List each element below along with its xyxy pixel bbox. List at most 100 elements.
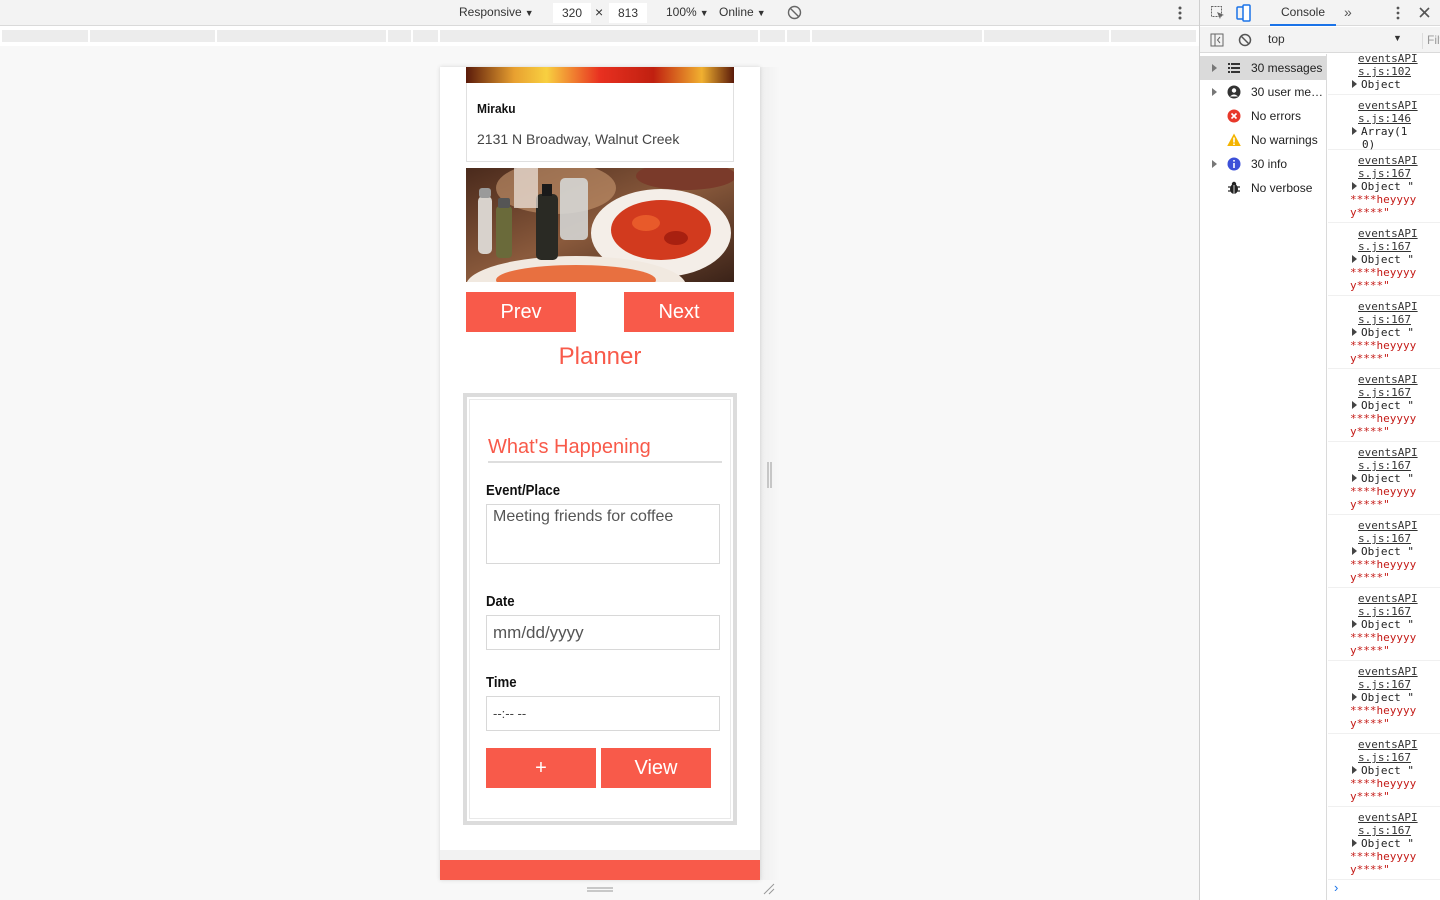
inspect-element-icon[interactable] <box>1210 5 1226 21</box>
device-mode-label: Responsive <box>459 5 522 19</box>
sidebar-item[interactable]: No errors <box>1200 104 1326 128</box>
log-source-link[interactable]: eventsAPI s.js:102 <box>1358 54 1420 78</box>
log-source-link[interactable]: eventsAPI s.js:167 <box>1358 373 1420 399</box>
expand-arrow-icon[interactable] <box>1352 255 1357 263</box>
log-object-label: Object " <box>1361 545 1414 558</box>
clear-console-icon[interactable] <box>1238 33 1252 47</box>
log-object[interactable]: Object " <box>1352 472 1414 485</box>
height-input[interactable]: 813 <box>609 3 647 23</box>
expand-arrow-icon[interactable] <box>1212 64 1217 72</box>
expand-arrow-icon[interactable] <box>1212 88 1217 96</box>
view-events-button[interactable]: View <box>601 748 711 788</box>
sidebar-item[interactable]: No verbose <box>1200 176 1326 200</box>
log-source-link[interactable]: eventsAPI s.js:146 <box>1358 99 1420 125</box>
log-source-link[interactable]: eventsAPI s.js:167 <box>1358 592 1420 618</box>
more-options-icon[interactable] <box>1176 5 1184 21</box>
ruler-segment[interactable] <box>217 30 387 42</box>
devtools-menu-icon[interactable] <box>1395 5 1401 21</box>
expand-arrow-icon[interactable] <box>1352 80 1357 88</box>
log-source-link[interactable]: eventsAPI s.js:167 <box>1358 738 1420 764</box>
log-value: ****heyyyy <box>1350 777 1417 790</box>
log-object[interactable]: Object " <box>1352 180 1414 193</box>
sidebar-item[interactable]: 30 user me… <box>1200 80 1326 104</box>
width-input[interactable]: 320 <box>553 3 591 23</box>
chevron-down-icon: ▼ <box>699 8 709 18</box>
log-object[interactable]: Object " <box>1352 618 1414 631</box>
device-toggle-icon[interactable] <box>1236 4 1252 22</box>
tab-console[interactable]: Console <box>1270 0 1336 26</box>
expand-arrow-icon[interactable] <box>1352 474 1357 482</box>
log-source-link[interactable]: eventsAPI s.js:167 <box>1358 154 1420 180</box>
device-mode-select[interactable]: Responsive ▼ <box>459 5 534 19</box>
log-source-link[interactable]: eventsAPI s.js:167 <box>1358 446 1420 472</box>
log-entry: eventsAPI s.js:167 Object " ****heyyyy y***… <box>1328 223 1440 296</box>
ruler-segment[interactable] <box>984 30 1110 42</box>
ruler-segment[interactable] <box>413 30 439 42</box>
ruler-segment[interactable] <box>440 30 759 42</box>
more-tabs-icon[interactable]: » <box>1344 4 1352 20</box>
log-object-label: Object " <box>1361 326 1414 339</box>
expand-arrow-icon[interactable] <box>1352 693 1357 701</box>
zoom-select[interactable]: 100% ▼ <box>666 5 709 19</box>
sidebar-item[interactable]: 30 messages <box>1200 56 1326 80</box>
rotate-icon[interactable] <box>787 5 802 20</box>
log-object[interactable]: Object " <box>1352 326 1414 339</box>
expand-arrow-icon[interactable] <box>1352 182 1357 190</box>
filter-input[interactable]: Filt <box>1422 33 1440 49</box>
ruler-segment[interactable] <box>812 30 983 42</box>
log-source-link[interactable]: eventsAPI s.js:167 <box>1358 519 1420 545</box>
log-value: y****" <box>1350 790 1390 803</box>
ruler-segment[interactable] <box>760 30 786 42</box>
expand-arrow-icon[interactable] <box>1352 839 1357 847</box>
log-object[interactable]: Object " <box>1352 545 1414 558</box>
log-source-link[interactable]: eventsAPI s.js:167 <box>1358 811 1420 837</box>
prev-button[interactable]: Prev <box>466 292 576 332</box>
time-input[interactable]: --:-- -- <box>486 696 720 731</box>
sidebar-toggle-icon[interactable] <box>1210 33 1224 47</box>
ruler-segment[interactable] <box>90 30 216 42</box>
log-source-link[interactable]: eventsAPI s.js:167 <box>1358 300 1420 326</box>
log-value: ****heyyyy <box>1350 339 1417 352</box>
expand-arrow-icon[interactable] <box>1212 160 1217 168</box>
sidebar-item[interactable]: No warnings <box>1200 128 1326 152</box>
log-object[interactable]: Array(1 <box>1352 125 1407 138</box>
resize-handle-right[interactable] <box>766 462 773 488</box>
log-object[interactable]: Object " <box>1352 253 1414 266</box>
log-value: ****heyyyy <box>1350 631 1417 644</box>
resize-handle-bottom[interactable] <box>587 886 613 893</box>
expand-arrow-icon[interactable] <box>1352 127 1357 135</box>
log-value: y****" <box>1350 571 1390 584</box>
warning-icon <box>1227 133 1241 147</box>
log-object[interactable]: Object <box>1352 78 1401 91</box>
network-throttle-select[interactable]: Online ▼ <box>719 5 766 19</box>
ruler-segment[interactable] <box>388 30 412 42</box>
add-event-button[interactable]: + <box>486 748 596 788</box>
food-photo <box>466 168 734 282</box>
log-value: y****" <box>1350 279 1390 292</box>
expand-arrow-icon[interactable] <box>1352 766 1357 774</box>
log-entry: eventsAPI s.js:146 Array(1 0) <box>1328 95 1440 151</box>
expand-arrow-icon[interactable] <box>1352 328 1357 336</box>
next-button[interactable]: Next <box>624 292 734 332</box>
ruler-segment[interactable] <box>1111 30 1197 42</box>
expand-arrow-icon[interactable] <box>1352 547 1357 555</box>
log-source-link[interactable]: eventsAPI s.js:167 <box>1358 227 1420 253</box>
context-select[interactable]: top <box>1268 32 1285 46</box>
console-prompt[interactable]: › <box>1334 880 1338 895</box>
log-source-link[interactable]: eventsAPI s.js:167 <box>1358 665 1420 691</box>
log-object[interactable]: Object " <box>1352 764 1414 777</box>
ruler-segment[interactable] <box>2 30 89 42</box>
log-object[interactable]: Object " <box>1352 691 1414 704</box>
ruler-segment[interactable] <box>787 30 811 42</box>
log-object[interactable]: Object " <box>1352 399 1414 412</box>
event-textarea[interactable]: Meeting friends for coffee <box>486 504 720 564</box>
resize-handle-corner[interactable] <box>763 883 775 895</box>
close-icon[interactable] <box>1419 7 1430 18</box>
sidebar-item[interactable]: 30 info <box>1200 152 1326 176</box>
time-label: Time <box>486 674 517 691</box>
log-object[interactable]: Object " <box>1352 837 1414 850</box>
expand-arrow-icon[interactable] <box>1352 401 1357 409</box>
date-input[interactable]: mm/dd/yyyy <box>486 615 720 650</box>
expand-arrow-icon[interactable] <box>1352 620 1357 628</box>
error-icon <box>1227 109 1241 123</box>
